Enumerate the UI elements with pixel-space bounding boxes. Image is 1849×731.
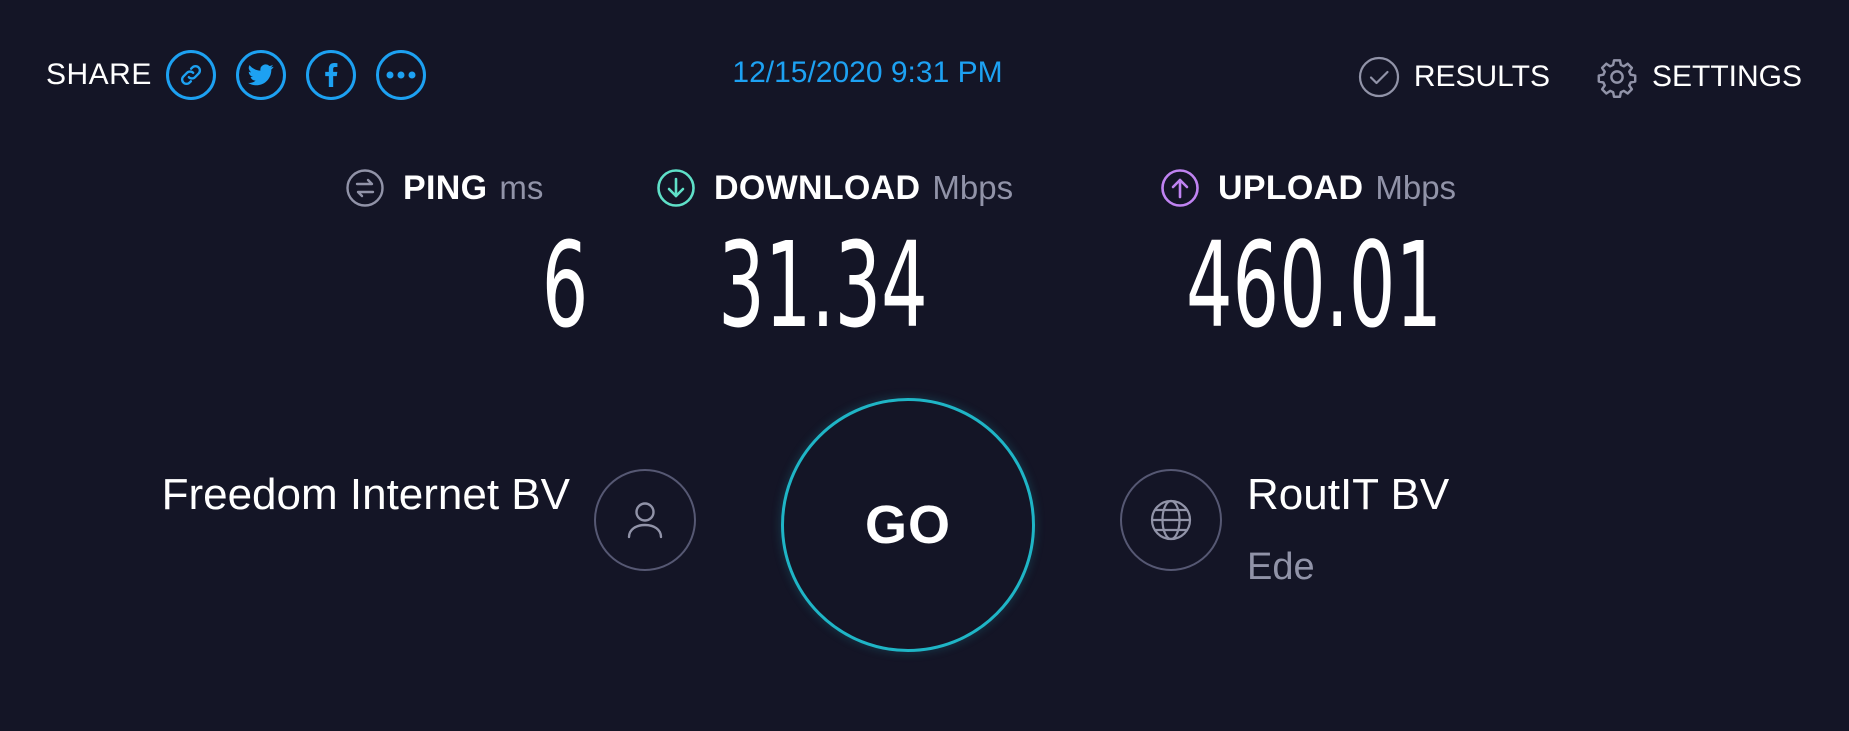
server-location: Ede [1247,546,1315,588]
isp-name[interactable]: Freedom Internet BV [162,470,570,520]
download-unit: Mbps [932,169,1014,206]
ping-label: PING [403,168,488,207]
isp-avatar[interactable] [594,469,696,571]
server-name[interactable]: RoutIT BV [1247,470,1449,520]
settings-label: SETTINGS [1651,60,1802,93]
upload-label: UPLOAD [1218,168,1364,207]
results-link[interactable]: RESULTS [1358,56,1550,98]
gear-icon [1597,59,1637,98]
globe-icon [1150,499,1192,541]
go-label: GO [864,495,951,555]
download-label: DOWNLOAD [714,168,921,207]
download-arrow-icon [657,169,695,207]
top-nav: RESULTS SETTINGS [1358,52,1802,102]
go-button[interactable]: GO [781,398,1035,652]
check-circle-icon [1358,56,1399,98]
results-label: RESULTS [1413,60,1550,93]
server-globe-button[interactable] [1120,469,1222,571]
ping-metric: PING ms 6 [345,166,588,344]
speedtest-result-page: SHARE 12/15/2020 9:31 PM RESULTS SETTING… [0,0,1849,731]
upload-unit: Mbps [1375,169,1457,206]
ping-icon [346,169,384,207]
upload-arrow-icon [1161,169,1199,207]
upload-metric: UPLOAD Mbps 460.01 [1160,166,1457,344]
ping-unit: ms [499,169,544,206]
upload-value: 460.01 [1185,216,1442,354]
user-icon [627,502,663,539]
download-value: 31.34 [718,216,928,354]
download-metric: DOWNLOAD Mbps 31.34 [656,166,1014,344]
settings-link[interactable]: SETTINGS [1596,56,1802,98]
